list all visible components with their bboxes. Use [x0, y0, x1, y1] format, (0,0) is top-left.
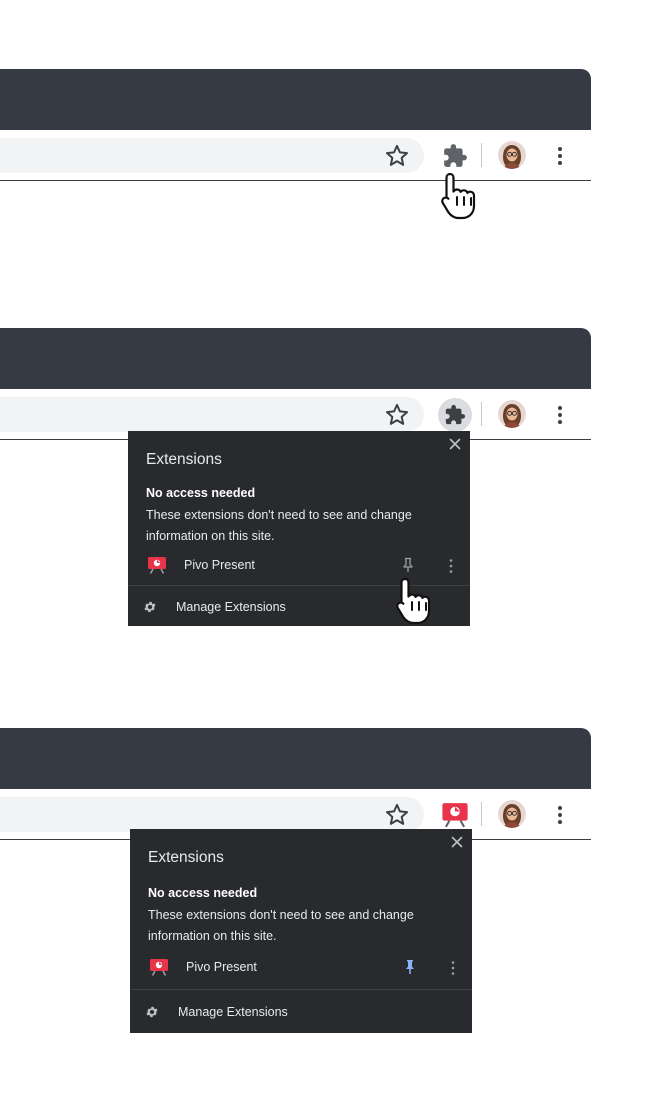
extensions-popup: Extensions No access needed These extens… [130, 829, 472, 1033]
omnibox[interactable] [0, 397, 424, 432]
section-description: These extensions don't need to see and c… [148, 908, 414, 943]
puzzle-piece-icon [445, 404, 466, 425]
gear-icon [146, 1006, 158, 1018]
pivo-present-icon [150, 959, 168, 976]
section-heading: No access needed [146, 486, 256, 500]
vertical-dots-icon[interactable] [448, 959, 458, 977]
pin-icon[interactable] [404, 959, 416, 975]
popup-title: Extensions [146, 451, 222, 468]
hand-cursor-icon [396, 577, 431, 625]
vertical-dots-icon[interactable] [548, 801, 572, 829]
tab-strip [0, 328, 591, 389]
tab-strip [0, 69, 591, 130]
hand-cursor-icon [441, 172, 476, 220]
popup-title: Extensions [148, 849, 224, 866]
stage: Extensions No access needed These extens… [0, 0, 656, 1102]
gear-icon [144, 601, 156, 613]
tab-strip [0, 728, 591, 789]
omnibox[interactable] [0, 138, 424, 173]
toolbar-divider [481, 143, 482, 167]
close-icon[interactable] [448, 437, 462, 451]
browser-frame-2 [0, 328, 591, 441]
extension-name: Pivo Present [184, 558, 255, 572]
manage-extensions-label: Manage Extensions [176, 600, 286, 614]
avatar[interactable] [498, 141, 526, 169]
bookmark-star-icon[interactable] [383, 142, 411, 170]
pivo-present-icon [148, 557, 166, 574]
toolbar-divider [481, 802, 482, 826]
extension-name: Pivo Present [186, 960, 257, 974]
omnibox[interactable] [0, 797, 424, 832]
section-description: These extensions don't need to see and c… [146, 508, 412, 543]
vertical-dots-icon[interactable] [446, 557, 456, 575]
section-heading: No access needed [148, 886, 258, 900]
browser-frame-3 [0, 728, 591, 841]
popup-divider [130, 989, 472, 990]
vertical-dots-icon[interactable] [548, 142, 572, 170]
puzzle-piece-icon [444, 144, 467, 167]
toolbar [0, 130, 591, 181]
extension-row[interactable]: Pivo Present [130, 955, 472, 983]
pin-icon[interactable] [402, 557, 414, 573]
avatar[interactable] [498, 400, 526, 428]
avatar[interactable] [498, 800, 526, 828]
manage-extensions-button[interactable]: Manage Extensions [130, 994, 472, 1030]
bookmark-star-icon[interactable] [383, 801, 411, 829]
extensions-button[interactable] [438, 139, 472, 173]
extensions-button[interactable] [438, 398, 472, 432]
pivo-present-icon [442, 803, 468, 828]
close-icon[interactable] [450, 835, 464, 849]
vertical-dots-icon[interactable] [548, 401, 572, 429]
manage-extensions-label: Manage Extensions [178, 1005, 288, 1019]
bookmark-star-icon[interactable] [383, 401, 411, 429]
toolbar-divider [481, 402, 482, 426]
browser-frame-1 [0, 69, 591, 182]
pinned-pivo-present-button[interactable] [438, 798, 472, 832]
